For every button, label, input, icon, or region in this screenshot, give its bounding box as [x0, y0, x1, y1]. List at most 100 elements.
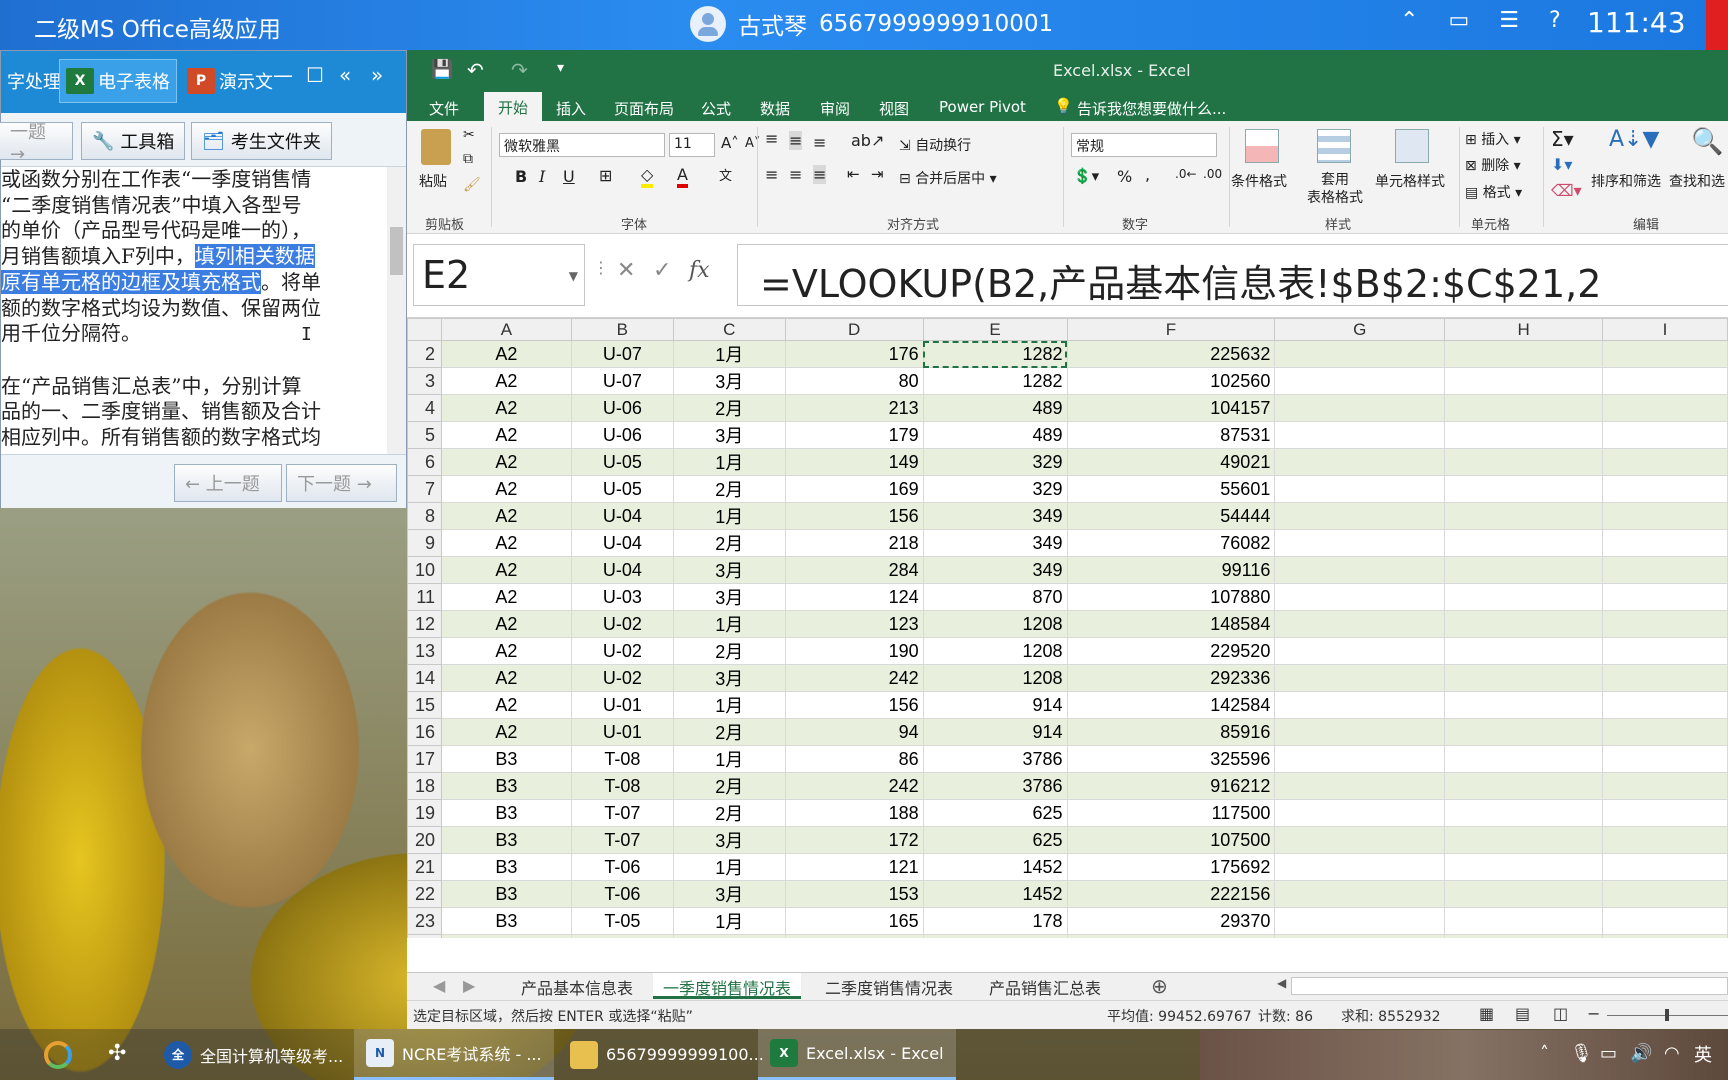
find-select-button[interactable]: 查找和选	[1669, 171, 1725, 191]
cell[interactable]	[1602, 583, 1728, 611]
chevron-right-icon[interactable]: »	[371, 63, 383, 87]
cell[interactable]: 1月	[672, 610, 786, 638]
cell[interactable]: U-06	[570, 394, 674, 422]
cell[interactable]: A2	[440, 664, 572, 692]
cell[interactable]	[1602, 745, 1728, 773]
cell[interactable]: T-08	[570, 772, 674, 800]
cell[interactable]: 1282	[922, 340, 1068, 368]
table-format-button[interactable]: 套用 表格格式	[1307, 171, 1363, 207]
cell[interactable]	[1274, 502, 1446, 530]
scroll-thumb[interactable]	[390, 227, 403, 275]
cell[interactable]	[1274, 610, 1446, 638]
column-header[interactable]: D	[784, 318, 924, 341]
font-name-combo[interactable]: 微软雅黑	[499, 133, 665, 157]
cell[interactable]: B3	[440, 880, 572, 908]
cell[interactable]	[1602, 502, 1728, 530]
cell[interactable]: 179	[784, 421, 924, 449]
cell[interactable]: 169	[784, 475, 924, 503]
formula-input[interactable]: =VLOOKUP(B2,产品基本信息表!$B$2:$C$21,2	[737, 244, 1728, 306]
undo-icon[interactable]: ↶	[467, 58, 484, 82]
fill-color-icon[interactable]: ◇	[641, 165, 654, 188]
enter-icon[interactable]: ✓	[653, 258, 671, 283]
name-box[interactable]: E2 ▼	[413, 244, 585, 306]
shrink-font-icon[interactable]: A˅	[745, 136, 760, 151]
cell[interactable]: 123	[784, 610, 924, 638]
cell[interactable]: U-06	[570, 421, 674, 449]
cell[interactable]: 625	[922, 799, 1068, 827]
cell[interactable]: A2	[440, 637, 572, 665]
sheet-tab-q2-sales[interactable]: 二季度销售情况表	[815, 973, 963, 999]
number-format-combo[interactable]: 常规	[1071, 133, 1217, 157]
cell[interactable]	[1444, 934, 1604, 938]
cell[interactable]: 222156	[1066, 880, 1276, 908]
cell[interactable]: U-01	[570, 691, 674, 719]
cell[interactable]: U-04	[570, 529, 674, 557]
cell[interactable]	[1602, 529, 1728, 557]
cell[interactable]: 329	[922, 448, 1068, 476]
cell[interactable]: 3月	[672, 880, 786, 908]
align-right-icon[interactable]: ≡	[813, 165, 827, 184]
cell[interactable]: 1月	[672, 853, 786, 881]
worksheet-grid[interactable]: A B C D E F G H I 2 A2 U-07 1月 176 1282 225632…	[407, 318, 1728, 938]
format-cells-button[interactable]: ▤ 格式 ▾	[1465, 182, 1522, 202]
fill-icon[interactable]: ⬇▾	[1551, 155, 1572, 174]
sort-filter-button[interactable]: 排序和筛选	[1591, 171, 1661, 191]
cell[interactable]: 1月	[672, 745, 786, 773]
cell[interactable]	[1602, 448, 1728, 476]
cell[interactable]: A2	[440, 340, 572, 368]
cell[interactable]	[1444, 475, 1604, 503]
cell[interactable]: 165	[784, 907, 924, 935]
cell[interactable]: 85916	[1066, 718, 1276, 746]
cell[interactable]: 149	[784, 448, 924, 476]
align-bottom-icon[interactable]: ≡	[813, 133, 826, 152]
collapse-icon[interactable]: ⌃	[1400, 8, 1418, 33]
row-header[interactable]: 24	[407, 934, 442, 938]
cell[interactable]	[1602, 853, 1728, 881]
column-header[interactable]: H	[1444, 318, 1604, 341]
cell[interactable]: 242	[784, 772, 924, 800]
font-color-icon[interactable]: A	[677, 165, 688, 188]
row-header[interactable]: 8	[407, 502, 442, 530]
cell[interactable]	[1444, 853, 1604, 881]
taskbar-item-excel[interactable]: X Excel.xlsx - Excel	[758, 1029, 956, 1080]
cell[interactable]: 349	[922, 556, 1068, 584]
copy-icon[interactable]: ⧉	[463, 151, 473, 167]
browser-icon[interactable]	[44, 1041, 72, 1069]
cell[interactable]: 489	[922, 421, 1068, 449]
column-header[interactable]: I	[1602, 318, 1728, 341]
cell[interactable]: A2	[440, 556, 572, 584]
cell[interactable]	[1602, 772, 1728, 800]
autosum-icon[interactable]: Σ▾	[1551, 127, 1574, 151]
cell[interactable]: 3月	[672, 826, 786, 854]
select-all-corner[interactable]	[407, 318, 442, 341]
paste-button[interactable]: 粘贴	[419, 171, 447, 191]
row-header[interactable]: 9	[407, 529, 442, 557]
cell[interactable]: T-06	[570, 880, 674, 908]
cell[interactable]	[1274, 664, 1446, 692]
merge-center-button[interactable]: ⊟ 合并后居中 ▾	[899, 168, 997, 188]
cell[interactable]	[1602, 340, 1728, 368]
cell[interactable]	[1274, 826, 1446, 854]
cell[interactable]: B3	[440, 907, 572, 935]
cell[interactable]	[1274, 934, 1446, 938]
column-header[interactable]: B	[570, 318, 674, 341]
toolbox-button[interactable]: 🔧 工具箱	[81, 122, 186, 160]
row-header[interactable]: 22	[407, 880, 442, 908]
redo-icon[interactable]: ↷	[511, 58, 528, 82]
cell[interactable]: 1208	[922, 637, 1068, 665]
cell[interactable]	[1274, 799, 1446, 827]
row-header[interactable]: 12	[407, 610, 442, 638]
cell[interactable]: A2	[440, 718, 572, 746]
cell[interactable]: 625	[922, 826, 1068, 854]
cell[interactable]: 1452	[922, 880, 1068, 908]
cell[interactable]: 107500	[1066, 826, 1276, 854]
cell[interactable]: 2月	[672, 475, 786, 503]
cell[interactable]: 2月	[672, 772, 786, 800]
accounting-format-icon[interactable]: 💲▾	[1073, 167, 1099, 185]
cell[interactable]	[1602, 421, 1728, 449]
cell[interactable]	[1444, 556, 1604, 584]
row-header[interactable]: 10	[407, 556, 442, 584]
microphone-icon[interactable]: 🎙	[1570, 1043, 1593, 1064]
menu-power-pivot[interactable]: Power Pivot	[931, 96, 1034, 121]
cell[interactable]	[1444, 367, 1604, 395]
